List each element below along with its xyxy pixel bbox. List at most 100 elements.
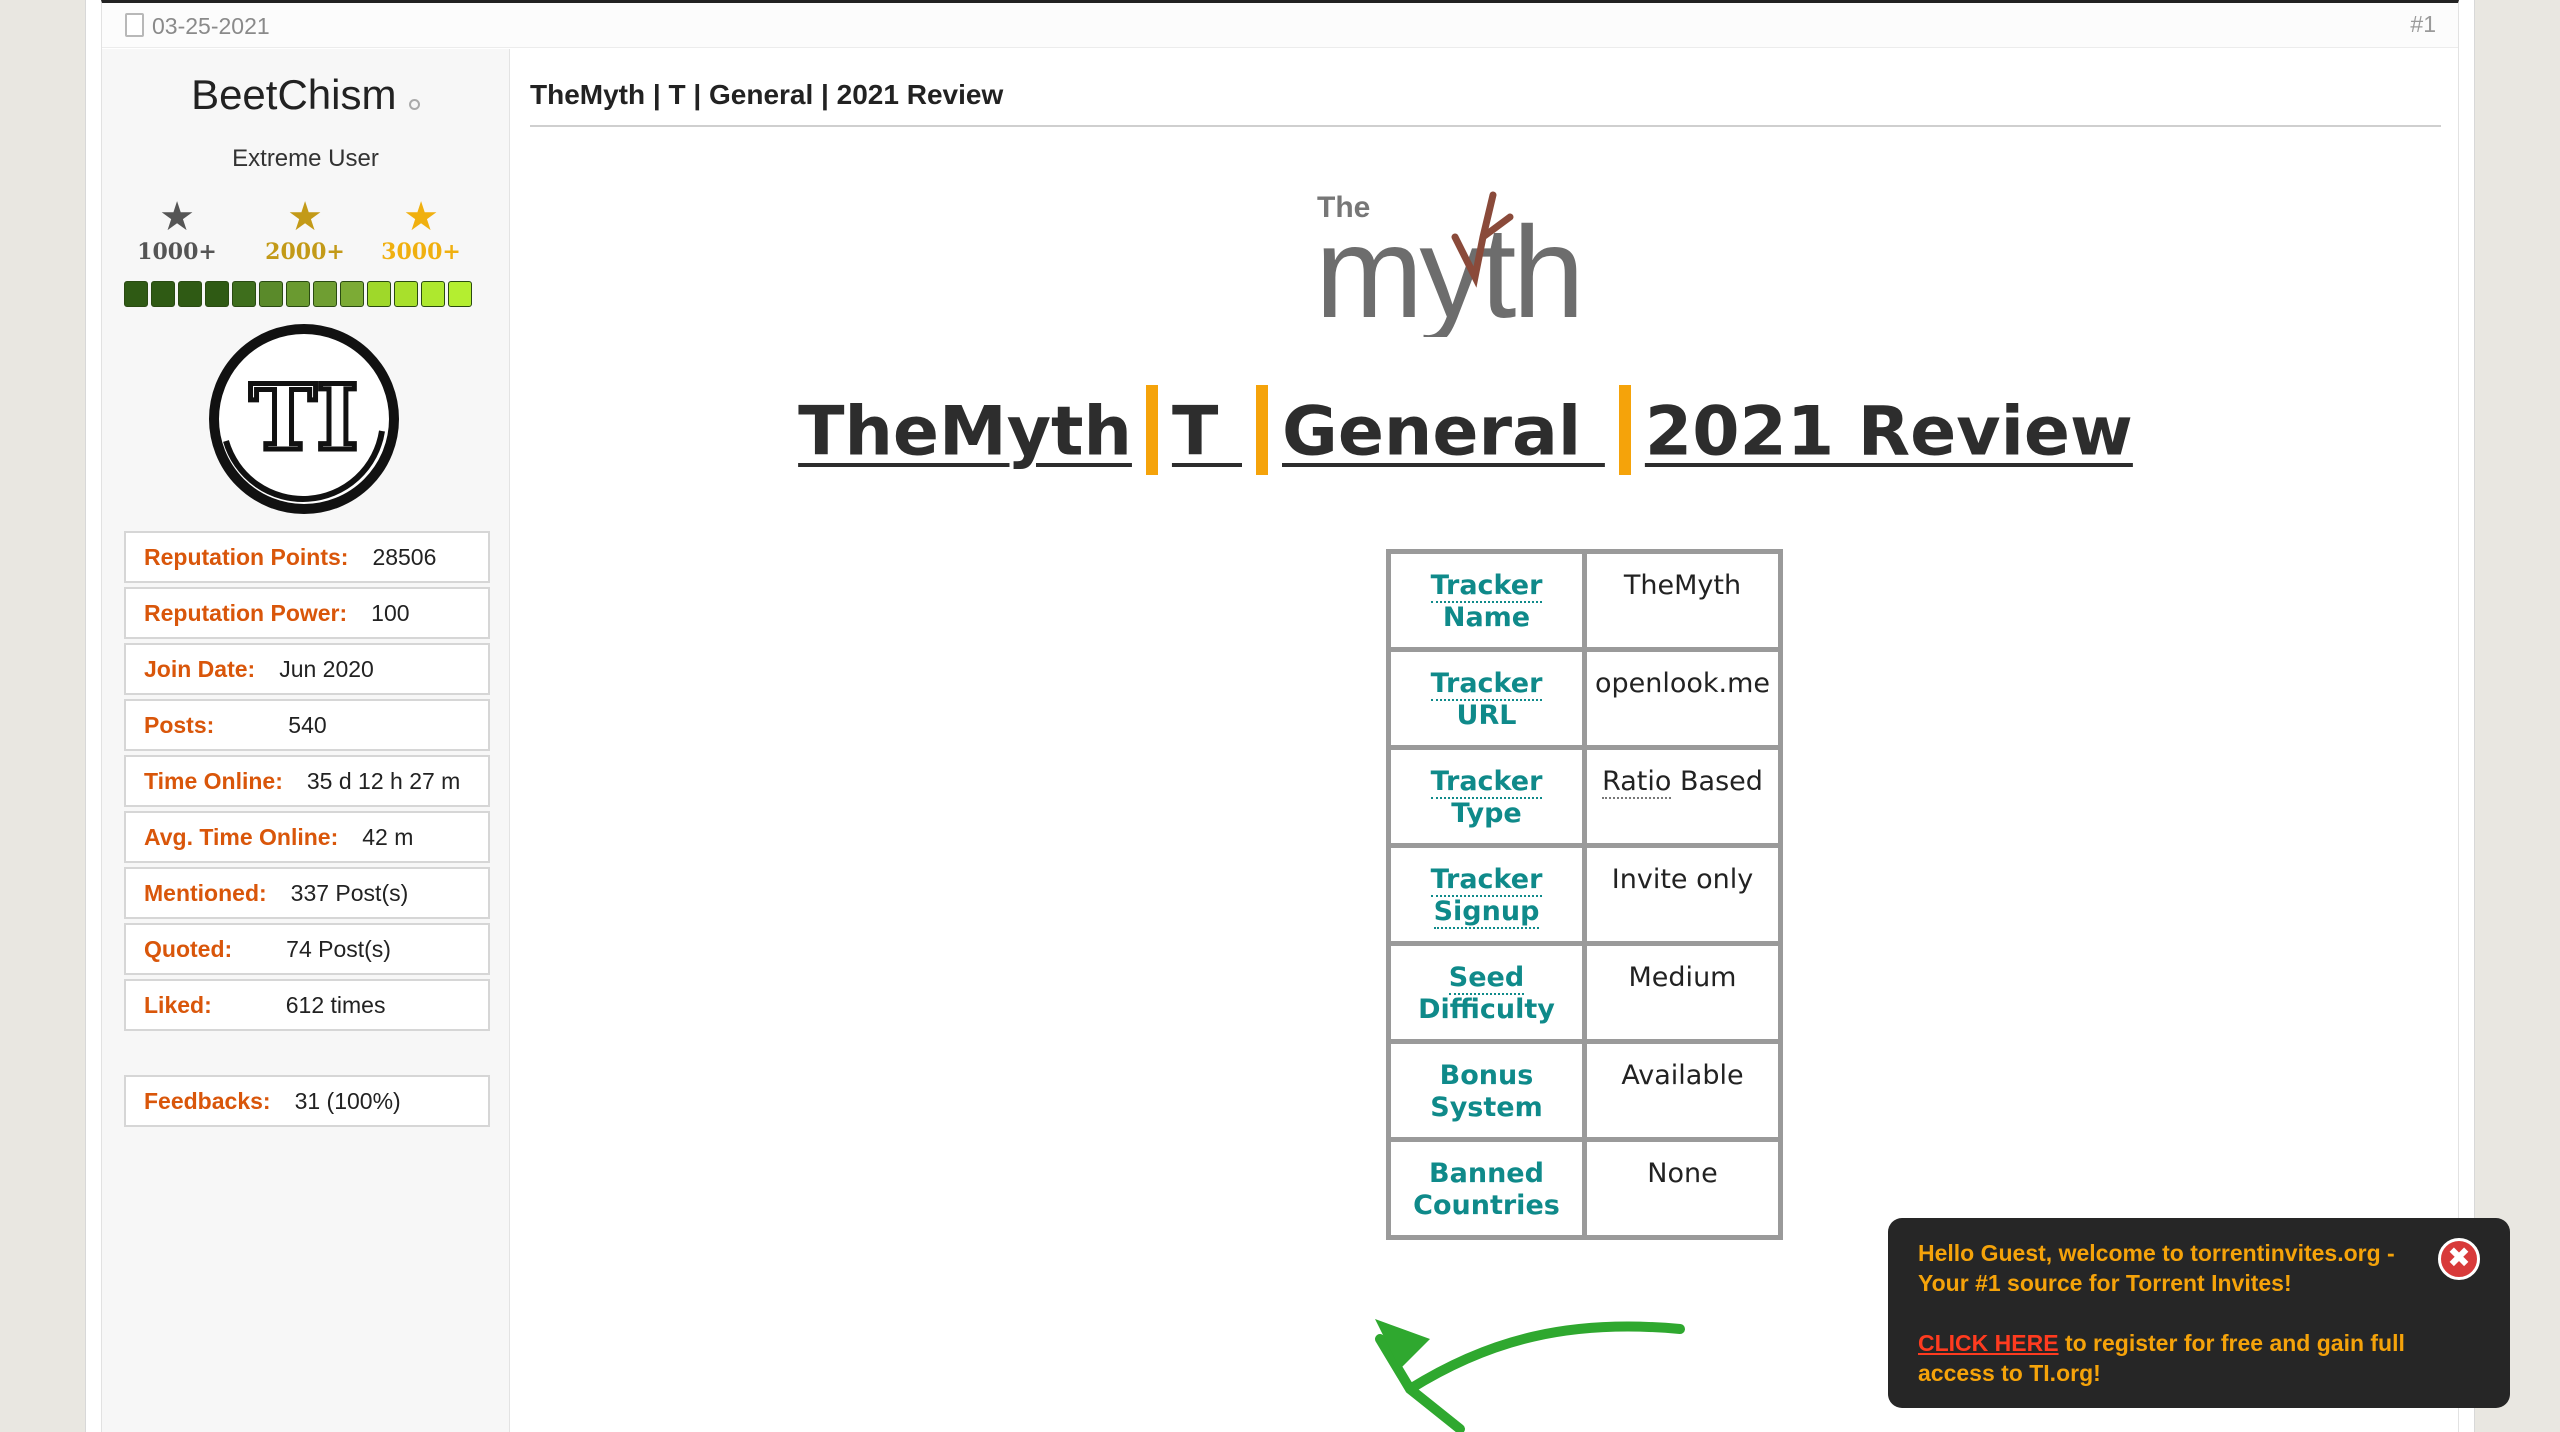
abbr-text[interactable]: Signup (1433, 896, 1540, 929)
table-row: Tracker Type Ratio Based (1386, 745, 1783, 848)
reputation-bar (124, 281, 472, 307)
popup-greeting: Hello Guest, welcome to torrentinvites.o… (1918, 1240, 2395, 1296)
user-avatar[interactable]: TI (206, 321, 402, 517)
star-badge-3000: ★ 3000+ (366, 197, 476, 265)
stat-label: Mentioned: (144, 879, 267, 906)
reputation-segment (394, 281, 418, 307)
reputation-segment (178, 281, 202, 307)
key-line2: URL (1456, 700, 1517, 731)
table-value: openlook.me (1582, 647, 1783, 750)
stat-value: 74 Post(s) (286, 935, 391, 962)
table-row: Banned Countries None (1386, 1137, 1783, 1240)
heading-link-t[interactable]: T (1172, 393, 1242, 472)
guest-welcome-popup: ✖ Hello Guest, welcome to torrentinvites… (1888, 1218, 2510, 1408)
reputation-segment (124, 281, 148, 307)
abbr-text[interactable]: Seed (1448, 962, 1525, 995)
user-sidebar: BeetChism Extreme User ★ 1000+ ★ 2000+ ★… (102, 49, 510, 1432)
stat-liked: Liked: 612 times (124, 979, 490, 1031)
stat-label: Quoted: (144, 935, 233, 962)
username-link[interactable]: BeetChism (191, 71, 396, 118)
star-badge-2000: ★ 2000+ (250, 197, 360, 265)
star-badge-1000: ★ 1000+ (122, 197, 232, 265)
user-title: Extreme User (232, 145, 379, 172)
table-value: None (1582, 1137, 1783, 1240)
key-line2: System (1430, 1092, 1543, 1123)
stat-mentioned: Mentioned: 337 Post(s) (124, 867, 490, 919)
abbr-text[interactable]: Tracker (1430, 766, 1543, 799)
stat-label: Liked: (144, 991, 212, 1018)
stat-value: 100 (371, 599, 410, 626)
heading-link-2021-review[interactable]: 2021 Review (1645, 393, 2133, 472)
reputation-segment (259, 281, 283, 307)
offline-status-icon (408, 99, 420, 111)
heading-separator (1256, 385, 1268, 475)
reputation-segment (205, 281, 229, 307)
post-header: 03-25-2021 #1 (102, 3, 2458, 48)
table-row: Seed Difficulty Medium (1386, 941, 1783, 1044)
star-label: 3000+ (381, 239, 461, 265)
stat-value: 28506 (372, 543, 437, 570)
popup-cta: CLICK HERE to register for free and gain… (1918, 1328, 2440, 1388)
abbr-text[interactable]: Tracker (1430, 668, 1543, 701)
abbr-text[interactable]: Tracker (1430, 570, 1543, 603)
review-heading: TheMyth T General 2021 Review (510, 385, 2421, 481)
reputation-segment (448, 281, 472, 307)
reputation-segment (367, 281, 391, 307)
stat-quoted: Quoted: 74 Post(s) (124, 923, 490, 975)
stat-time-online: Time Online: 35 d 12 h 27 m (124, 755, 490, 807)
value-rest: Based (1671, 766, 1763, 797)
table-key: Banned Countries (1386, 1137, 1587, 1240)
document-icon (125, 13, 144, 37)
abbr-text[interactable]: Tracker (1430, 864, 1543, 897)
table-key: Tracker Type (1386, 745, 1587, 848)
stat-value: 31 (100%) (294, 1087, 401, 1114)
post-date: 03-25-2021 (152, 13, 270, 39)
star-icon: ★ (287, 195, 323, 239)
username-row: BeetChism (102, 71, 509, 119)
reputation-segment (232, 281, 256, 307)
stat-label: Join Date: (144, 655, 256, 682)
reputation-segment (421, 281, 445, 307)
heading-separator (1145, 385, 1158, 475)
table-value: Ratio Based (1582, 745, 1783, 848)
stat-value: 337 Post(s) (290, 879, 409, 906)
table-row: Tracker Signup Invite only (1386, 843, 1783, 946)
reputation-segment (151, 281, 175, 307)
post-title: TheMyth | T | General | 2021 Review (530, 79, 2441, 127)
stat-join-date: Join Date: Jun 2020 (124, 643, 490, 695)
table-key: Tracker Signup (1386, 843, 1587, 946)
green-arrow-logo (1375, 1319, 1685, 1432)
table-value: Invite only (1582, 843, 1783, 946)
heading-link-general[interactable]: General (1282, 393, 1605, 472)
heading-link-themyth[interactable]: TheMyth (798, 393, 1132, 472)
key-line2: Countries (1413, 1190, 1560, 1221)
stat-label: Reputation Power: (144, 599, 348, 626)
key-line2: Name (1442, 602, 1531, 633)
stat-posts: Posts: 540 (124, 699, 490, 751)
star-label: 1000+ (137, 239, 217, 265)
stat-label: Time Online: (144, 767, 283, 794)
star-icon: ★ (159, 195, 195, 239)
table-key: Tracker URL (1386, 647, 1587, 750)
post-number-link[interactable]: #1 (2410, 11, 2436, 38)
stat-reputation-points: Reputation Points: 28506 (124, 531, 490, 583)
reputation-segment (286, 281, 310, 307)
register-link[interactable]: CLICK HERE (1918, 1330, 2059, 1356)
table-row: Tracker URL openlook.me (1386, 647, 1783, 750)
heading-separator (1618, 385, 1631, 475)
star-label: 2000+ (265, 239, 345, 265)
stat-feedbacks[interactable]: Feedbacks: 31 (100%) (124, 1075, 490, 1127)
star-badges: ★ 1000+ ★ 2000+ ★ 3000+ (122, 197, 492, 267)
abbr-value[interactable]: Ratio (1602, 766, 1672, 799)
stat-avg-time-online: Avg. Time Online: 42 m (124, 811, 490, 863)
table-key: Seed Difficulty (1386, 941, 1587, 1044)
themyth-logo: The myth (1315, 191, 1585, 337)
stat-label: Avg. Time Online: (144, 823, 339, 850)
stat-value: 35 d 12 h 27 m (306, 767, 461, 794)
star-icon: ★ (403, 195, 439, 239)
close-icon[interactable]: ✖ (2438, 1238, 2480, 1280)
stat-value: 42 m (362, 823, 414, 850)
key-line1: Banned (1429, 1158, 1544, 1189)
stat-value: 540 (288, 711, 327, 738)
key-line2: Difficulty (1418, 994, 1555, 1025)
